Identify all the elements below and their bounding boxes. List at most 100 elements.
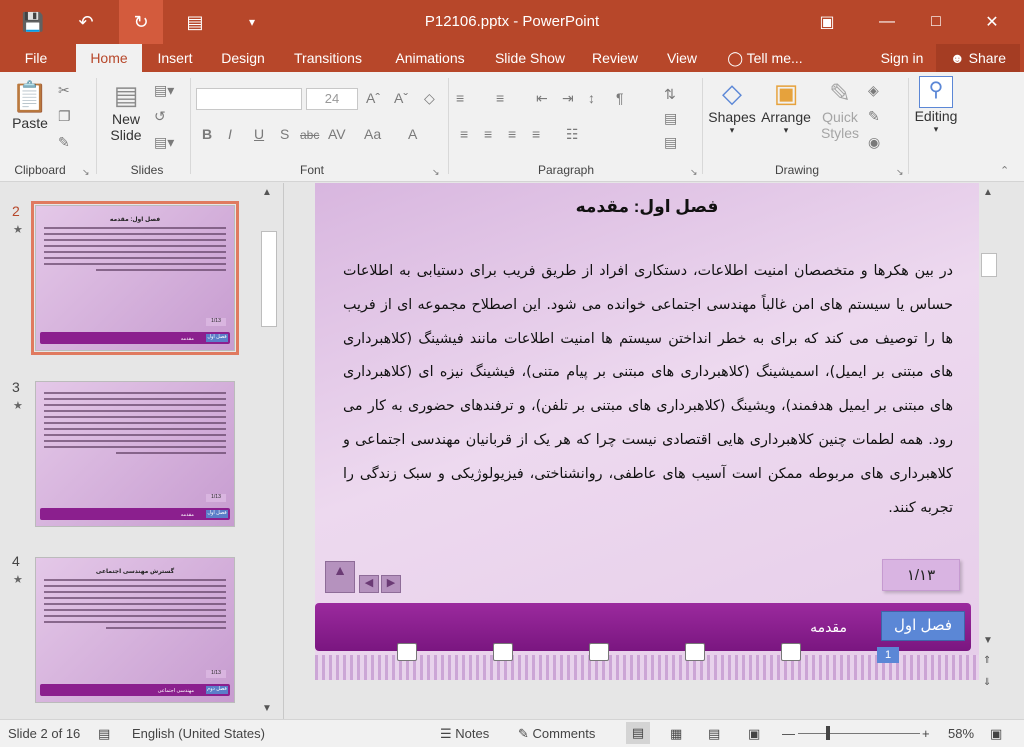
scroll-down-icon[interactable]: ▼	[262, 703, 272, 714]
new-slide-button[interactable]: ▤ New Slide	[104, 80, 148, 160]
bold-icon[interactable]: B	[202, 126, 212, 142]
tab-review[interactable]: Review	[584, 44, 646, 72]
slide-scrollbar[interactable]: ▲ ▼ ⇑ ⇓	[979, 183, 999, 719]
arrange-button[interactable]: ▣ Arrange ▾	[758, 78, 814, 158]
center-icon[interactable]: ≡	[484, 126, 492, 142]
slide-body-text[interactable]: در بین هکرها و متخصصان امنیت اطلاعات، دس…	[343, 255, 953, 525]
clipboard-launcher-icon[interactable]: ↘	[82, 167, 90, 178]
increase-font-icon[interactable]: Aˆ	[366, 90, 380, 106]
columns-icon[interactable]: ☷	[566, 126, 579, 143]
progress-marker[interactable]	[397, 643, 417, 661]
previous-slide-icon[interactable]: ◀	[359, 575, 379, 593]
slide-thumbnail[interactable]: فصل اول: مقدمه 1/13 مقدمه فصل اول	[31, 201, 239, 355]
shape-effects-icon[interactable]: ◉	[868, 134, 880, 151]
editing-button[interactable]: ⚲ Editing ▾	[910, 76, 962, 156]
font-size-box[interactable]: 24	[306, 88, 358, 110]
zoom-level[interactable]: 58%	[948, 726, 974, 741]
scroll-down-icon[interactable]: ▼	[983, 635, 993, 646]
shape-fill-icon[interactable]: ◈	[868, 82, 879, 99]
share-button[interactable]: ☻ Share	[936, 44, 1020, 72]
justify-icon[interactable]: ≡	[532, 126, 540, 142]
normal-view-icon[interactable]: ▤	[626, 722, 650, 744]
align-left-icon[interactable]: ≡	[460, 126, 468, 142]
align-text-icon[interactable]: ▤	[664, 110, 677, 127]
tab-insert[interactable]: Insert	[148, 44, 202, 72]
tab-home[interactable]: Home	[76, 44, 142, 72]
close-icon[interactable]: ✕	[969, 0, 1015, 44]
underline-icon[interactable]: U	[254, 126, 264, 142]
decrease-font-icon[interactable]: Aˇ	[394, 90, 408, 106]
previous-slide-icon[interactable]: ⇑	[983, 655, 991, 666]
shape-outline-icon[interactable]: ✎	[868, 108, 880, 125]
increase-indent-icon[interactable]: ⇥	[562, 90, 574, 107]
sign-in-link[interactable]: Sign in	[872, 44, 932, 72]
chapter-button[interactable]: فصل اول	[881, 611, 965, 641]
collapse-ribbon-icon[interactable]: ⌃	[1000, 164, 1009, 177]
layout-icon[interactable]: ▤▾	[154, 82, 174, 99]
slide-thumbnail[interactable]: 1/13 مقدمه فصل اول	[35, 381, 235, 527]
zoom-slider-handle[interactable]	[826, 726, 830, 740]
scroll-thumb[interactable]	[981, 253, 997, 277]
drawing-launcher-icon[interactable]: ↘	[896, 167, 904, 178]
align-right-icon[interactable]: ≡	[508, 126, 516, 142]
tell-me-search[interactable]: ◯ Tell me...	[722, 44, 808, 72]
minimize-icon[interactable]: —	[864, 0, 910, 44]
italic-icon[interactable]: I	[228, 126, 232, 142]
font-name-box[interactable]	[196, 88, 302, 110]
line-spacing-icon[interactable]: ↕	[588, 90, 595, 106]
slide-show-icon[interactable]: ▣	[748, 726, 760, 742]
fit-to-window-icon[interactable]: ▣	[990, 726, 1002, 742]
next-slide-icon[interactable]: ⇓	[983, 677, 991, 688]
numbering-icon[interactable]: ≡	[496, 90, 504, 106]
paste-button[interactable]: 📋 Paste	[8, 80, 52, 156]
ribbon-display-options-icon[interactable]: ▣	[804, 0, 850, 44]
thumbnail-scrollbar[interactable]: ▲ ▼	[258, 183, 280, 719]
shadow-icon[interactable]: S	[280, 126, 289, 142]
progress-marker[interactable]	[685, 643, 705, 661]
section-icon[interactable]: ▤▾	[154, 134, 174, 151]
strikethrough-icon[interactable]: abc	[300, 128, 319, 142]
reset-icon[interactable]: ↺	[154, 108, 166, 125]
zoom-slider[interactable]	[798, 733, 920, 734]
decrease-indent-icon[interactable]: ⇤	[536, 90, 548, 107]
scroll-thumb[interactable]	[261, 231, 277, 327]
smartart-icon[interactable]: ▤	[664, 134, 677, 151]
language[interactable]: English (United States)	[132, 726, 265, 741]
slide-title[interactable]: فصل اول: مقدمه	[315, 197, 979, 217]
next-slide-icon[interactable]: ▶	[381, 575, 401, 593]
slide-sorter-icon[interactable]: ▦	[670, 726, 682, 742]
bullets-icon[interactable]: ≡	[456, 90, 464, 106]
present-from-beginning-icon[interactable]: ▤	[173, 0, 217, 44]
cut-icon[interactable]: ✂	[58, 82, 70, 99]
redo-icon[interactable]: ↻	[119, 0, 163, 44]
tab-view[interactable]: View	[656, 44, 708, 72]
scroll-up-icon[interactable]: ▲	[983, 187, 993, 198]
tab-slide-show[interactable]: Slide Show	[486, 44, 574, 72]
character-spacing-icon[interactable]: AV	[328, 126, 346, 142]
save-icon[interactable]: 💾	[11, 0, 55, 44]
progress-marker[interactable]	[781, 643, 801, 661]
tab-animations[interactable]: Animations	[384, 44, 476, 72]
change-case-icon[interactable]: Aa	[364, 126, 381, 142]
zoom-out-icon[interactable]: —	[782, 726, 795, 741]
undo-icon[interactable]: ↶	[64, 0, 108, 44]
font-launcher-icon[interactable]: ↘	[432, 167, 440, 178]
clear-formatting-icon[interactable]: ◇	[424, 90, 435, 107]
spelling-icon[interactable]: ▤	[98, 726, 110, 742]
paragraph-launcher-icon[interactable]: ↘	[690, 167, 698, 178]
progress-marker[interactable]	[493, 643, 513, 661]
current-slide[interactable]: فصل اول: مقدمه در بین هکرها و متخصصان ام…	[315, 183, 979, 680]
zoom-in-icon[interactable]: +	[922, 726, 930, 741]
notes-button[interactable]: ☰ Notes	[440, 726, 489, 742]
copy-icon[interactable]: ❐	[58, 108, 71, 125]
comments-button[interactable]: ✎ Comments	[518, 726, 595, 742]
home-nav-icon[interactable]: ▲	[325, 561, 355, 593]
shapes-button[interactable]: ◇ Shapes ▾	[706, 78, 758, 158]
tab-design[interactable]: Design	[212, 44, 274, 72]
reading-view-icon[interactable]: ▤	[708, 726, 720, 742]
scroll-up-icon[interactable]: ▲	[262, 187, 272, 198]
progress-marker[interactable]	[589, 643, 609, 661]
tab-transitions[interactable]: Transitions	[284, 44, 372, 72]
maximize-icon[interactable]: □	[913, 0, 959, 44]
font-color-icon[interactable]: A	[408, 126, 417, 142]
